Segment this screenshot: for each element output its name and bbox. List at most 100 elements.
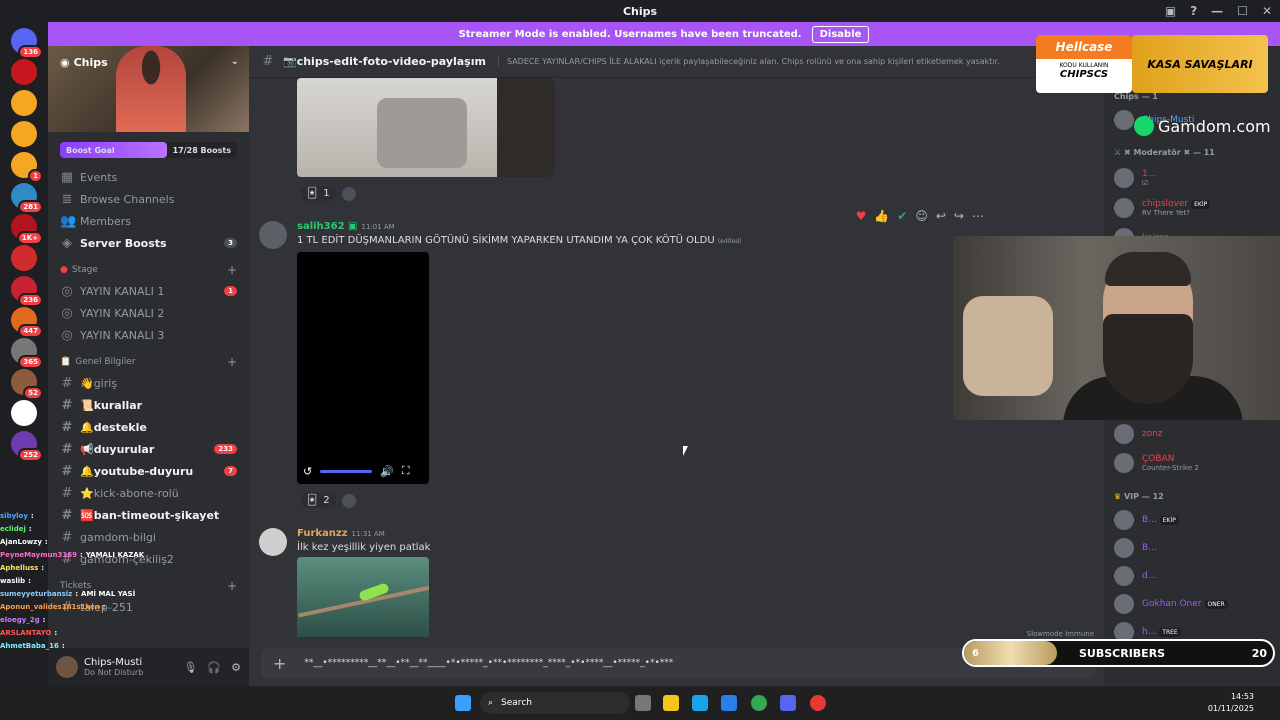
chrome-icon[interactable] bbox=[751, 695, 767, 711]
task-view-icon[interactable] bbox=[635, 695, 651, 711]
chat-line: AhmetBaba_16: bbox=[0, 639, 195, 652]
hash-icon: # bbox=[61, 463, 73, 479]
channel-item[interactable]: # 📢duyurular 233 bbox=[48, 438, 249, 460]
emoji-icon: 🃏 bbox=[307, 188, 318, 199]
member-item[interactable]: zonz bbox=[1114, 424, 1163, 444]
channel-item[interactable]: # ⭐kick-abone-rolü bbox=[48, 482, 249, 504]
chat-user: PeyneMaymun3169 bbox=[0, 550, 77, 559]
avatar bbox=[1114, 453, 1134, 473]
store-icon[interactable] bbox=[721, 695, 737, 711]
avatar[interactable] bbox=[56, 656, 78, 678]
fullscreen-icon[interactable]: ⛶ bbox=[402, 464, 410, 478]
channel-item[interactable]: # 📜kurallar bbox=[48, 394, 249, 416]
add-channel-icon[interactable]: + bbox=[227, 579, 237, 593]
avatar bbox=[1114, 424, 1134, 444]
disable-button[interactable]: Disable bbox=[811, 25, 870, 43]
server-icon[interactable]: 447 bbox=[11, 307, 43, 338]
check-icon[interactable]: ✔ bbox=[897, 209, 907, 223]
server-icon[interactable] bbox=[11, 245, 37, 271]
reaction[interactable]: 🃏 1 bbox=[301, 186, 336, 201]
server-icon[interactable]: 365 bbox=[11, 338, 43, 369]
heart-reaction-icon[interactable]: ♥ bbox=[856, 209, 867, 223]
category-stage[interactable]: ● Stage + bbox=[48, 260, 249, 280]
category-info[interactable]: 📋 Genel Bilgiler + bbox=[48, 352, 249, 372]
add-channel-icon[interactable]: + bbox=[227, 263, 237, 277]
gear-icon[interactable]: ⚙ bbox=[231, 661, 241, 674]
reaction-count: 2 bbox=[323, 495, 330, 506]
forward-icon[interactable]: ↪ bbox=[954, 209, 964, 223]
member-item[interactable]: B... bbox=[1114, 538, 1157, 558]
member-item[interactable]: 1... ☑ bbox=[1114, 168, 1156, 188]
clock[interactable]: 14:53 01/11/2025 bbox=[1208, 691, 1254, 715]
server-icon[interactable] bbox=[11, 90, 37, 116]
headphones-icon[interactable]: 🎧 bbox=[207, 661, 221, 674]
add-reaction-icon[interactable] bbox=[341, 186, 356, 201]
channel-topic[interactable]: SADECE YAYINLAR/CHIPS İLE ALAKALI içerik… bbox=[497, 57, 1000, 66]
channel-item[interactable]: # 🔔destekle bbox=[48, 416, 249, 438]
add-channel-icon[interactable]: + bbox=[227, 355, 237, 369]
gamdom-text: Gamdom.com bbox=[1158, 116, 1271, 136]
boost-count: 17/28 Boosts bbox=[172, 145, 231, 155]
channel-item[interactable]: # 🔔youtube-duyuru 7 bbox=[48, 460, 249, 482]
server-icon[interactable]: 1K+ bbox=[11, 214, 43, 245]
server-icon[interactable]: 52 bbox=[11, 369, 43, 400]
reaction[interactable]: 🃏 2 bbox=[301, 493, 336, 508]
notification-badge: 236 bbox=[18, 293, 43, 307]
boost-goal-bar[interactable]: Boost Goal 17/28 Boosts bbox=[60, 142, 237, 158]
avatar[interactable] bbox=[259, 221, 287, 249]
minimize-button[interactable]: — bbox=[1211, 4, 1223, 18]
member-item[interactable]: B... EKİP bbox=[1114, 510, 1179, 530]
video-progress[interactable] bbox=[320, 469, 373, 473]
member-group-heading: Chips — 1 bbox=[1114, 92, 1158, 101]
reply-icon[interactable]: ↩ bbox=[936, 209, 946, 223]
video-player[interactable]: ↺ 🔊 ⛶ bbox=[297, 252, 429, 484]
taskbar-search[interactable]: ⌕ Search bbox=[480, 692, 630, 714]
avatar[interactable] bbox=[259, 528, 287, 556]
stage-channel[interactable]: ◎ YAYIN KANALI 3 bbox=[48, 324, 249, 346]
server-icon[interactable]: 1 bbox=[11, 152, 43, 183]
server-icon[interactable] bbox=[11, 121, 37, 147]
menu-item[interactable]: 👥 Members bbox=[48, 210, 249, 232]
add-reaction-icon[interactable] bbox=[341, 493, 356, 508]
microphone-icon[interactable]: 🎙 bbox=[183, 661, 197, 674]
edge-icon[interactable] bbox=[692, 695, 708, 711]
more-icon[interactable]: ⋯ bbox=[972, 209, 984, 223]
server-icon[interactable] bbox=[11, 400, 37, 426]
server-icon[interactable]: 236 bbox=[11, 276, 43, 307]
chevron-down-icon[interactable]: ⌄ bbox=[231, 56, 239, 67]
add-reaction-icon[interactable]: ☺ bbox=[915, 209, 928, 223]
channel-item[interactable]: # 👋giriş bbox=[48, 372, 249, 394]
replay-icon[interactable]: ↺ bbox=[303, 465, 312, 478]
server-icon[interactable]: 281 bbox=[11, 183, 43, 214]
server-icon[interactable]: 136 bbox=[11, 28, 43, 59]
windows-start-icon[interactable] bbox=[455, 695, 471, 711]
add-attachment-icon[interactable]: + bbox=[273, 654, 286, 673]
menu-item[interactable]: ◈ Server Boosts 3 bbox=[48, 232, 249, 254]
volume-icon[interactable]: 🔊 bbox=[380, 465, 394, 478]
maximize-button[interactable]: ☐ bbox=[1237, 4, 1248, 18]
message-image[interactable] bbox=[297, 78, 555, 177]
member-item[interactable]: Gokhan Oner ONER bbox=[1114, 594, 1228, 614]
kasa-ad: KASA SAVAŞLARI bbox=[1132, 35, 1268, 93]
menu-item[interactable]: ▦ Events bbox=[48, 166, 249, 188]
file-explorer-icon[interactable] bbox=[663, 695, 679, 711]
inbox-icon[interactable]: ▣ bbox=[1165, 4, 1176, 18]
help-icon[interactable]: ? bbox=[1190, 4, 1197, 18]
member-item[interactable]: ÇOBAN Counter-Strike 2 bbox=[1114, 453, 1199, 473]
thumbs-up-icon[interactable]: 👍 bbox=[874, 209, 889, 223]
discord-icon[interactable] bbox=[780, 695, 796, 711]
message-author[interactable]: salih362 ▣ 11:01 AM bbox=[297, 221, 395, 232]
chat-user: Aphelluss bbox=[0, 563, 39, 572]
member-item[interactable]: chipslover EKİP RV There Yet? bbox=[1114, 198, 1211, 218]
close-button[interactable]: ✕ bbox=[1262, 4, 1272, 18]
stage-channel[interactable]: ◎ YAYIN KANALI 2 bbox=[48, 302, 249, 324]
stage-channel[interactable]: ◎ YAYIN KANALI 1 1 bbox=[48, 280, 249, 302]
obs-icon[interactable] bbox=[810, 695, 826, 711]
server-icon[interactable] bbox=[11, 59, 37, 85]
server-header[interactable]: ◉ Chips ⌄ bbox=[48, 46, 249, 132]
menu-item[interactable]: ≣ Browse Channels bbox=[48, 188, 249, 210]
message-image[interactable] bbox=[297, 557, 429, 637]
server-icon[interactable]: 252 bbox=[11, 431, 43, 462]
member-item[interactable]: d... bbox=[1114, 566, 1156, 586]
message-author[interactable]: Furkanzz 11:31 AM bbox=[297, 528, 385, 539]
